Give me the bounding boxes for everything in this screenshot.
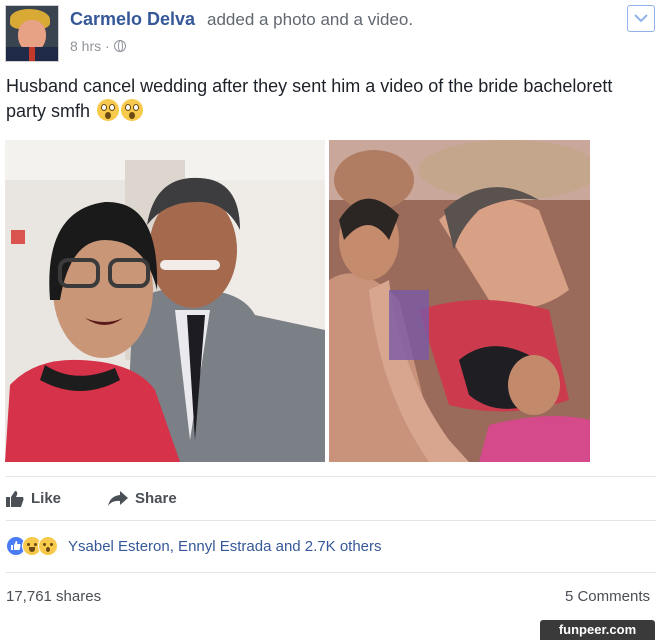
chevron-down-icon bbox=[634, 14, 648, 23]
globe-icon bbox=[113, 40, 126, 52]
facebook-post: Carmelo Delva added a photo and a video.… bbox=[0, 0, 660, 640]
post-options-button[interactable] bbox=[627, 5, 655, 32]
divider bbox=[6, 520, 656, 521]
reaction-names: Ysabel Esteron, Ennyl Estrada and 2.7K o… bbox=[68, 537, 382, 555]
like-button[interactable]: Like bbox=[6, 490, 61, 507]
share-arrow-icon bbox=[108, 490, 128, 506]
divider bbox=[6, 476, 656, 477]
comments-count[interactable]: 5 Comments bbox=[565, 588, 650, 605]
shares-count[interactable]: 17,761 shares bbox=[6, 588, 101, 605]
author-avatar[interactable] bbox=[5, 5, 59, 62]
share-button[interactable]: Share bbox=[108, 490, 177, 507]
post-text: Husband cancel wedding after they sent h… bbox=[6, 74, 656, 124]
shocked-emoji-icon bbox=[121, 99, 144, 121]
wow-icon bbox=[38, 536, 58, 556]
post-video[interactable] bbox=[329, 140, 590, 462]
reactions-summary[interactable]: Ysabel Esteron, Ennyl Estrada and 2.7K o… bbox=[6, 536, 382, 556]
watermark: funpeer.com bbox=[540, 620, 655, 640]
share-label: Share bbox=[135, 490, 177, 507]
post-photo[interactable] bbox=[5, 140, 325, 462]
post-action-text: added a photo and a video. bbox=[207, 10, 414, 29]
shocked-emoji-icon bbox=[97, 99, 120, 121]
thumbs-up-icon bbox=[6, 490, 24, 507]
post-meta: 8 hrs · bbox=[70, 38, 126, 54]
author-name-link[interactable]: Carmelo Delva bbox=[70, 9, 195, 30]
like-label: Like bbox=[31, 490, 62, 507]
post-time[interactable]: 8 hrs · bbox=[70, 38, 110, 54]
divider bbox=[6, 572, 656, 573]
